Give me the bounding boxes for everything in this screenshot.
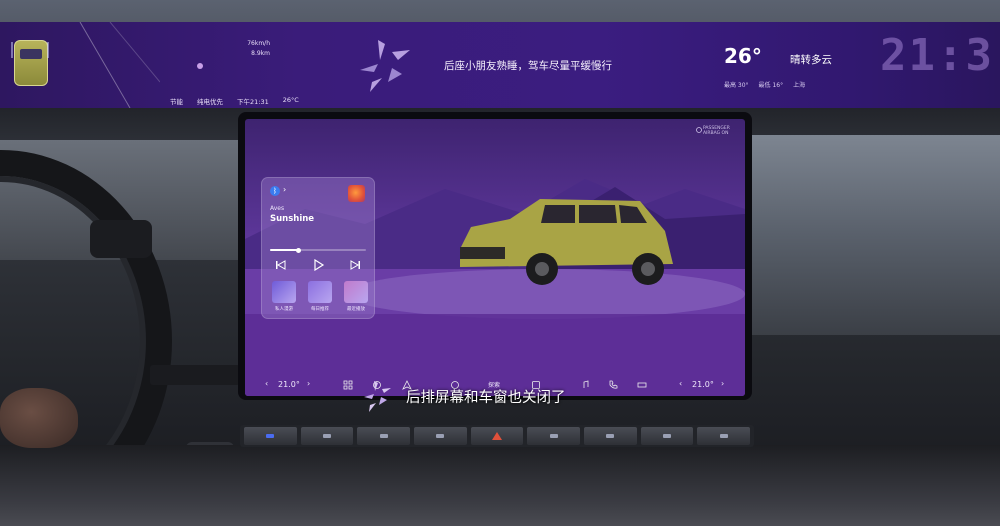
artist-name: Aves [270, 205, 285, 212]
driver-hand [0, 388, 78, 448]
hud-display: 76km/h 8.9km 节能 纯电优先 下午21:31 26°C 后座小朋友熟… [0, 22, 1000, 108]
playlist-label: 私人漫游 [275, 307, 293, 312]
assistant-logo-icon [360, 40, 410, 92]
airbag-icon [696, 127, 702, 133]
playlist-cover[interactable] [308, 281, 332, 303]
airbag-status: ON [721, 131, 729, 136]
lower-dashboard [0, 445, 1000, 526]
stat-row: 8.9km [175, 50, 270, 60]
hud-message: 后座小朋友熟睡，驾车尽量平缓慢行 [444, 60, 612, 72]
phone-icon[interactable] [608, 380, 618, 390]
temp-right-decrease-icon[interactable]: ‹ [679, 379, 682, 388]
outside-temp: 26° [724, 44, 762, 68]
driver-temp[interactable]: 21.0° [278, 380, 300, 389]
hard-key[interactable] [244, 427, 297, 445]
stat-value: 8.9km [251, 50, 270, 57]
playlist-label: 每日推荐 [311, 307, 329, 312]
hard-key[interactable] [357, 427, 411, 445]
temp-low: 最低 16° [758, 82, 784, 89]
hud-time: 下午21:31 [237, 98, 269, 106]
airbag-line2: AIRBAG [703, 131, 721, 136]
assistant-logo-small-icon [364, 381, 391, 412]
infotainment-screen: PASSENGER AIRBAG ON ᛒ › Aves Sunshine 私人… [245, 119, 745, 396]
temp-high: 最高 30° [724, 82, 749, 89]
hud-clock: 21:3 [880, 30, 994, 81]
playlist-tile[interactable]: 私人漫游 [269, 281, 299, 312]
mode-dot-icon [197, 63, 203, 69]
playback-progress[interactable] [270, 247, 366, 253]
song-title: Sunshine [270, 214, 315, 224]
apps-grid-icon[interactable] [343, 380, 353, 390]
climate-fan-icon[interactable] [637, 380, 647, 390]
airbag-line2-wrap: AIRBAG ON [703, 131, 730, 136]
temp-left-increase-icon[interactable]: › [307, 379, 310, 388]
temp-left-decrease-icon[interactable]: ‹ [265, 379, 268, 388]
hard-key[interactable] [640, 427, 694, 445]
mode-row [197, 63, 270, 69]
hard-key[interactable] [527, 427, 581, 445]
hard-key-strip [240, 425, 754, 447]
video-subtitle: 后排屏幕和车窗也关闭了 [406, 390, 566, 406]
next-track-icon[interactable] [348, 259, 362, 271]
playlist-tile[interactable]: 每日推荐 [305, 281, 335, 312]
hud-status-line: 节能 纯电优先 下午21:31 26°C [170, 96, 299, 106]
energy-mode: 节能 [170, 98, 183, 106]
media-player-card[interactable]: ᛒ › Aves Sunshine 私人漫游 每日推荐 最近播放 [261, 177, 375, 319]
stat-row: 76km/h [175, 40, 270, 50]
stat-value: 76km/h [247, 40, 270, 47]
control-stalk [90, 220, 234, 472]
chevron-right-icon[interactable]: › [283, 185, 286, 194]
air-vent [150, 365, 240, 385]
music-note-icon[interactable] [580, 380, 590, 390]
temp-right-increase-icon[interactable]: › [721, 379, 724, 388]
hard-key[interactable] [697, 427, 751, 445]
bluetooth-icon[interactable]: ᛒ [270, 186, 280, 196]
play-icon[interactable] [311, 259, 325, 271]
hard-key[interactable] [414, 427, 467, 445]
hud-light-streaks [79, 22, 160, 108]
car-interior-scene: 76km/h 8.9km 节能 纯电优先 下午21:31 26°C 后座小朋友熟… [0, 0, 1000, 526]
airbag-indicator: PASSENGER AIRBAG ON [703, 126, 730, 136]
hard-key[interactable] [584, 427, 637, 445]
passenger-temp[interactable]: 21.0° [692, 380, 714, 389]
playlist-cover[interactable] [344, 281, 368, 303]
hard-key[interactable] [300, 427, 354, 445]
playlist-tile[interactable]: 最近播放 [341, 281, 371, 312]
playlist-cover[interactable] [272, 281, 296, 303]
progress-fill [270, 249, 299, 251]
right-window [752, 135, 1000, 335]
playlist-tiles: 私人漫游 每日推荐 最近播放 [269, 281, 371, 312]
progress-knob[interactable] [296, 247, 302, 253]
radar-lines-icon [11, 42, 49, 58]
hazard-key[interactable] [470, 427, 524, 445]
previous-track-icon[interactable] [274, 259, 288, 271]
cabin-temp: 26°C [282, 96, 299, 104]
weather-desc: 晴转多云 [790, 54, 832, 66]
weather-range: 最高 30° 最低 16° 上海 [724, 80, 805, 89]
drive-mode: 纯电优先 [197, 98, 223, 106]
album-art[interactable] [348, 185, 365, 202]
trip-stats: 76km/h 8.9km [175, 38, 270, 69]
playlist-label: 最近播放 [347, 307, 365, 312]
location-label: 上海 [793, 82, 806, 89]
